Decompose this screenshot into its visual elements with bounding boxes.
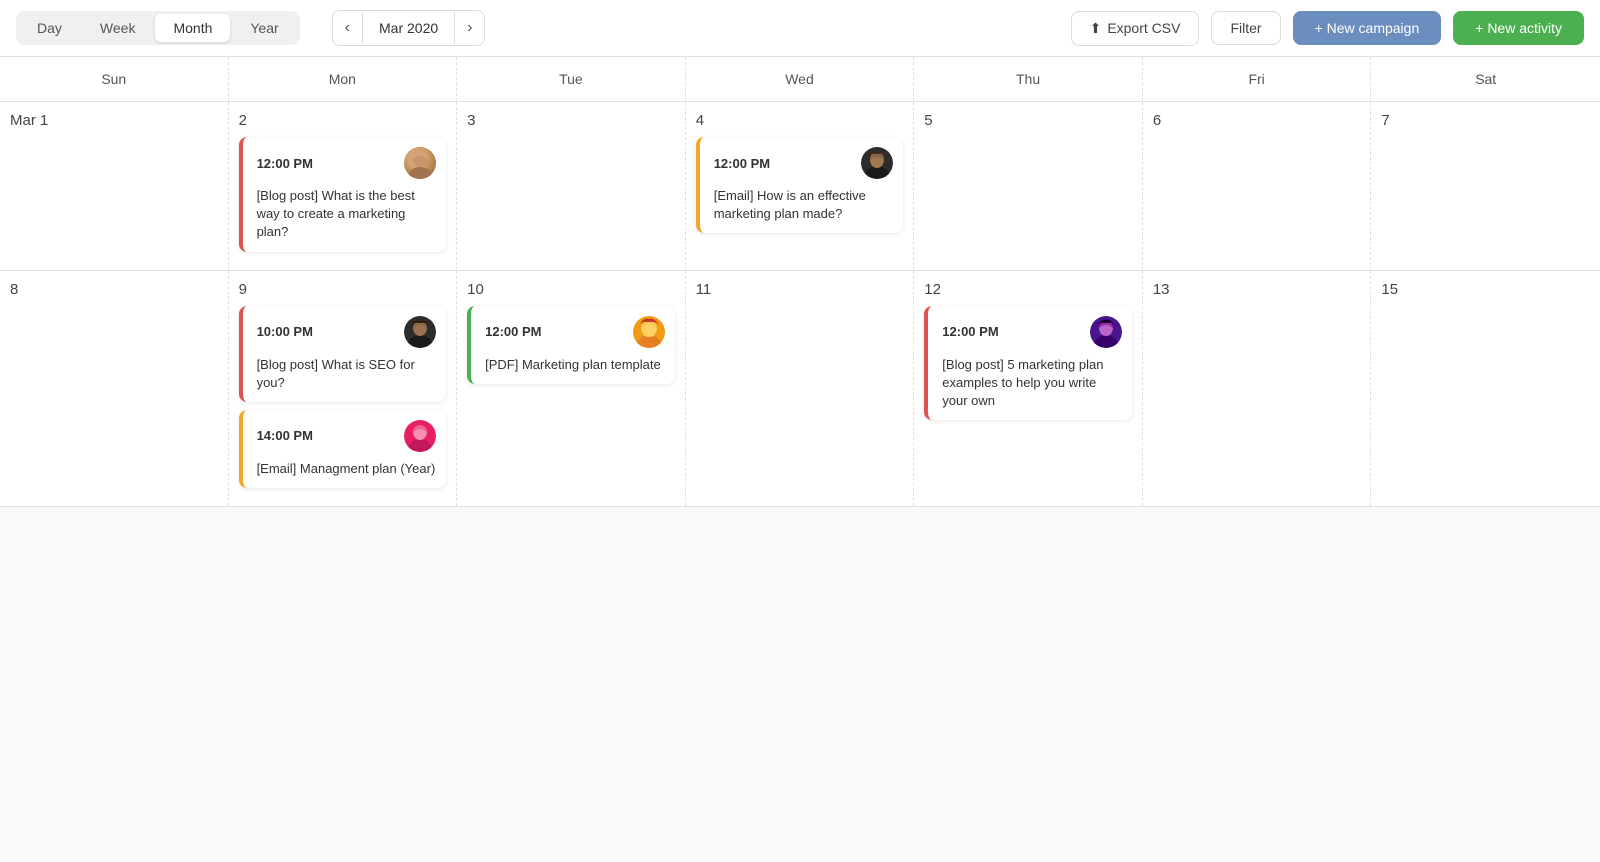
header-sun: Sun — [0, 57, 229, 101]
event-title: [Blog post] What is SEO for you? — [257, 356, 437, 392]
event-header: 12:00 PM — [485, 316, 665, 348]
event-header: 12:00 PM — [942, 316, 1122, 348]
header-wed: Wed — [686, 57, 915, 101]
new-campaign-button[interactable]: + New campaign — [1293, 11, 1442, 45]
event-title: [Email] How is an effective marketing pl… — [714, 187, 894, 223]
current-period-label: Mar 2020 — [362, 12, 455, 44]
cell-mar6[interactable]: 6 — [1143, 102, 1372, 270]
event-title: [Blog post] What is the best way to crea… — [257, 187, 437, 242]
tab-day[interactable]: Day — [19, 14, 80, 42]
avatar — [404, 316, 436, 348]
event-time: 14:00 PM — [257, 428, 313, 443]
date-mar11: 11 — [696, 281, 904, 298]
cell-mar2[interactable]: 2 12:00 PM [Blog post] What is the best … — [229, 102, 458, 270]
nav-next-button[interactable]: › — [455, 11, 484, 45]
date-mar4: 4 — [696, 112, 904, 129]
event-time: 12:00 PM — [257, 156, 313, 171]
event-title: [Blog post] 5 marketing plan examples to… — [942, 356, 1122, 411]
event-title: [PDF] Marketing plan template — [485, 356, 665, 374]
event-header: 10:00 PM — [257, 316, 437, 348]
event-card[interactable]: 12:00 PM [PDF] Marketing plan template — [467, 306, 675, 384]
event-time: 12:00 PM — [942, 324, 998, 339]
avatar-img — [404, 147, 436, 179]
calendar-week-1: Mar 1 2 12:00 PM [Blog post] What is the… — [0, 102, 1600, 271]
cell-mar12[interactable]: 12 12:00 PM [Blog post] 5 marketing plan… — [914, 271, 1143, 507]
date-mar12: 12 — [924, 281, 1132, 298]
header-mon: Mon — [229, 57, 458, 101]
date-mar15: 15 — [1381, 281, 1590, 298]
header-tue: Tue — [457, 57, 686, 101]
date-mar1: Mar 1 — [10, 112, 218, 129]
calendar-week-2: 8 9 10:00 PM [Blog post] What is SEO for… — [0, 271, 1600, 508]
tab-year[interactable]: Year — [232, 14, 296, 42]
date-mar13: 13 — [1153, 281, 1361, 298]
date-mar6: 6 — [1153, 112, 1361, 129]
avatar-img — [1090, 316, 1122, 348]
event-card[interactable]: 14:00 PM [Email] Managment plan (Year) — [239, 410, 447, 488]
cell-mar4[interactable]: 4 12:00 PM [Email] How is an effective m… — [686, 102, 915, 270]
avatar-img — [861, 147, 893, 179]
avatar — [404, 147, 436, 179]
event-card[interactable]: 10:00 PM [Blog post] What is SEO for you… — [239, 306, 447, 402]
date-mar3: 3 — [467, 112, 675, 129]
event-header: 12:00 PM — [257, 147, 437, 179]
cell-mar7[interactable]: 7 — [1371, 102, 1600, 270]
date-mar9: 9 — [239, 281, 447, 298]
toolbar: Day Week Month Year ‹ Mar 2020 › ⬆ Expor… — [0, 0, 1600, 57]
avatar — [633, 316, 665, 348]
header-fri: Fri — [1143, 57, 1372, 101]
event-time: 12:00 PM — [714, 156, 770, 171]
cell-mar15[interactable]: 15 — [1371, 271, 1600, 507]
avatar — [861, 147, 893, 179]
avatar-img — [633, 316, 665, 348]
cell-mar3[interactable]: 3 — [457, 102, 686, 270]
event-card[interactable]: 12:00 PM [Email] How is an effective mar… — [696, 137, 904, 233]
event-header: 14:00 PM — [257, 420, 437, 452]
tab-month[interactable]: Month — [155, 14, 230, 42]
cell-mar13[interactable]: 13 — [1143, 271, 1372, 507]
event-header: 12:00 PM — [714, 147, 894, 179]
calendar-header: Sun Mon Tue Wed Thu Fri Sat — [0, 57, 1600, 102]
tab-week[interactable]: Week — [82, 14, 154, 42]
cell-mar1[interactable]: Mar 1 — [0, 102, 229, 270]
event-title: [Email] Managment plan (Year) — [257, 460, 437, 478]
event-time: 10:00 PM — [257, 324, 313, 339]
event-card[interactable]: 12:00 PM [Blog post] 5 marketing plan ex… — [924, 306, 1132, 421]
event-card[interactable]: 12:00 PM [Blog post] What is the best wa… — [239, 137, 447, 252]
avatar-img — [404, 420, 436, 452]
export-icon: ⬆ — [1090, 20, 1102, 37]
date-mar7: 7 — [1381, 112, 1590, 129]
avatar — [1090, 316, 1122, 348]
avatar — [404, 420, 436, 452]
header-sat: Sat — [1371, 57, 1600, 101]
nav-prev-button[interactable]: ‹ — [333, 11, 362, 45]
event-time: 12:00 PM — [485, 324, 541, 339]
calendar-body: Mar 1 2 12:00 PM [Blog post] What is the… — [0, 102, 1600, 507]
export-csv-button[interactable]: ⬆ Export CSV — [1071, 11, 1200, 46]
view-tabs: Day Week Month Year — [16, 11, 300, 45]
avatar-img — [404, 316, 436, 348]
cell-mar8[interactable]: 8 — [0, 271, 229, 507]
date-mar10: 10 — [467, 281, 675, 298]
cell-mar11[interactable]: 11 — [686, 271, 915, 507]
nav-group: ‹ Mar 2020 › — [332, 10, 486, 46]
new-activity-button[interactable]: + New activity — [1453, 11, 1584, 45]
cell-mar5[interactable]: 5 — [914, 102, 1143, 270]
header-thu: Thu — [914, 57, 1143, 101]
date-mar2: 2 — [239, 112, 447, 129]
calendar: Sun Mon Tue Wed Thu Fri Sat Mar 1 2 12:0… — [0, 57, 1600, 507]
cell-mar9[interactable]: 9 10:00 PM [Blog post] What is SEO for y… — [229, 271, 458, 507]
date-mar5: 5 — [924, 112, 1132, 129]
filter-button[interactable]: Filter — [1211, 11, 1280, 45]
date-mar8: 8 — [10, 281, 218, 298]
cell-mar10[interactable]: 10 12:00 PM [PDF] Marketing plan templat… — [457, 271, 686, 507]
